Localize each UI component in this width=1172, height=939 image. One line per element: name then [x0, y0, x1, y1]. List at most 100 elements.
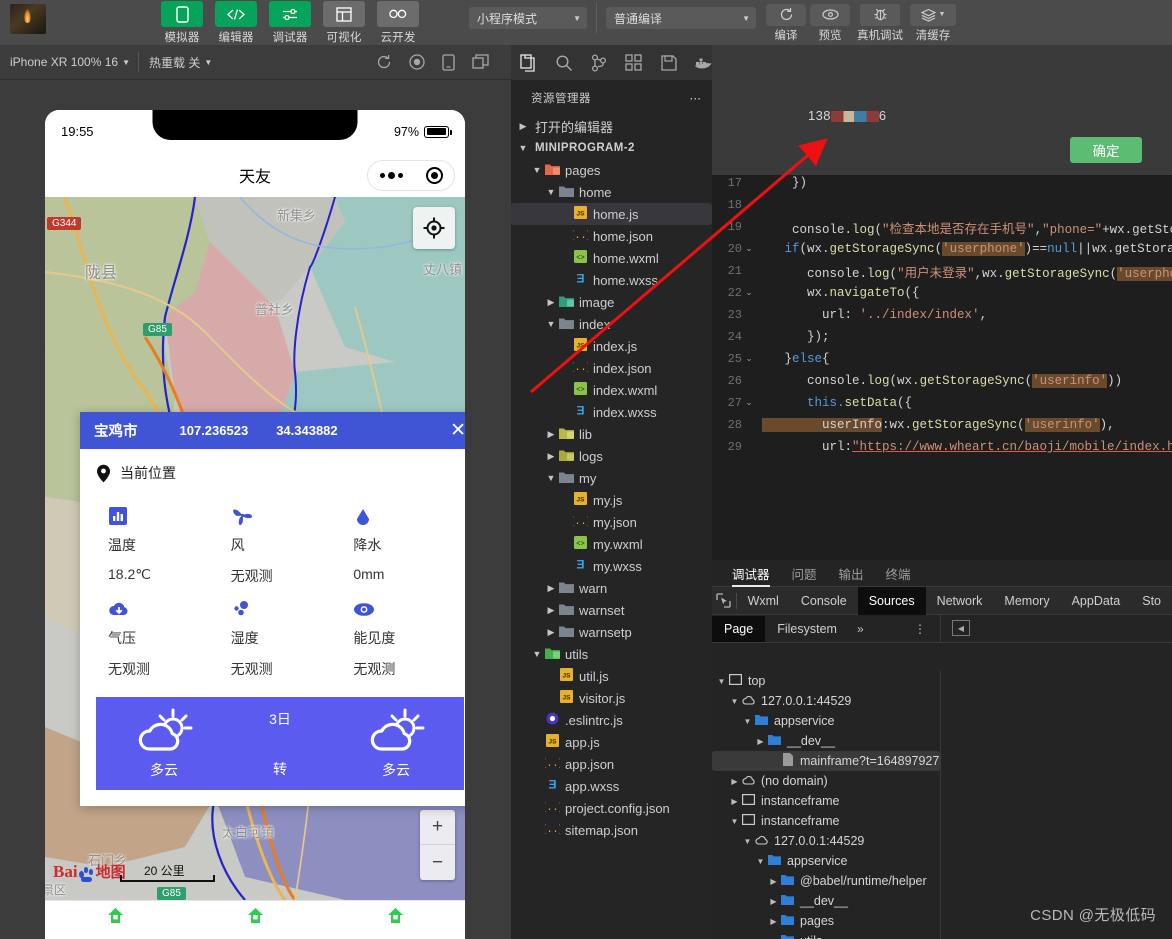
- code-line[interactable]: 28 userInfo:wx.getStorageSync('userinfo'…: [712, 414, 1172, 436]
- debugger-panel-tab[interactable]: 调试器: [732, 560, 770, 587]
- file-tree-item[interactable]: JShome.js: [511, 203, 712, 225]
- code-line[interactable]: 19 console.log("检查本地是否存在手机号","phone="+wx…: [712, 216, 1172, 238]
- file-tree-item[interactable]: ▶logs: [511, 445, 712, 467]
- device-icon[interactable]: [442, 54, 455, 71]
- map-view[interactable]: 新集乡 陇县 普社乡 丈八镇 太白河镇 石门乡 景区 G344 G85 G85 …: [45, 197, 465, 900]
- preview-button[interactable]: 预览: [809, 3, 851, 43]
- project-root-row[interactable]: ▼ MINIPROGRAM-2: [511, 137, 712, 159]
- file-tree-item[interactable]: .eslintrc.js: [511, 709, 712, 731]
- tabbar-item[interactable]: [325, 901, 465, 939]
- file-tree-item[interactable]: JSapp.js: [511, 731, 712, 753]
- sources-tree-item[interactable]: ▶@babel/runtime/helper: [712, 871, 940, 891]
- tool-simulator[interactable]: 模拟器: [156, 0, 208, 45]
- code-line[interactable]: 17 }): [712, 172, 1172, 194]
- file-tree-item[interactable]: {..}home.json: [511, 225, 712, 247]
- file-tree-item[interactable]: Ǝhome.wxss: [511, 269, 712, 291]
- code-line[interactable]: 25⌄ }else{: [712, 348, 1172, 370]
- sources-tree[interactable]: ▼top▼127.0.0.1:44529▼appservice▶__dev__m…: [712, 671, 940, 939]
- code-line[interactable]: 27⌄ this.setData({: [712, 392, 1172, 414]
- sources-tree-item[interactable]: ▶__dev__: [712, 731, 940, 751]
- sources-tree-item[interactable]: ▶__dev__: [712, 891, 940, 911]
- sources-tree-item[interactable]: ▼appservice: [712, 851, 940, 871]
- save-icon[interactable]: [651, 45, 686, 80]
- zoom-out-button[interactable]: −: [420, 845, 455, 880]
- fold-chevron-icon[interactable]: ⌄: [742, 244, 756, 254]
- close-icon[interactable]: ✕: [450, 421, 465, 440]
- windows-icon[interactable]: [472, 54, 489, 71]
- tool-cloud[interactable]: 云开发: [372, 0, 424, 45]
- file-tree-item[interactable]: <>my.wxml: [511, 533, 712, 555]
- more-dots-icon[interactable]: [380, 172, 403, 179]
- compile-select[interactable]: 普通编译 ▼: [606, 7, 756, 29]
- file-tree-item[interactable]: {..}my.json: [511, 511, 712, 533]
- fold-chevron-icon[interactable]: ⌄: [742, 354, 756, 364]
- debugger-panel-tab[interactable]: 输出: [839, 560, 864, 587]
- debugger-panel-tab[interactable]: 终端: [886, 560, 911, 587]
- compile-button[interactable]: 编译: [765, 3, 807, 43]
- inspect-element-icon[interactable]: [712, 593, 736, 608]
- refresh-icon[interactable]: [376, 54, 392, 71]
- user-avatar[interactable]: [10, 4, 46, 34]
- file-tree-item[interactable]: {..}index.json: [511, 357, 712, 379]
- sources-tree-item[interactable]: ▼top: [712, 671, 940, 691]
- sources-tree-item[interactable]: ▶(no domain): [712, 771, 940, 791]
- file-tree-item[interactable]: ▶warnset: [511, 599, 712, 621]
- file-tree-item[interactable]: ▶image: [511, 291, 712, 313]
- hotreload-select[interactable]: 热重载 关 ▼: [139, 45, 220, 79]
- open-editors-row[interactable]: ▶ 打开的编辑器: [511, 115, 712, 137]
- devtools-tab[interactable]: Network: [926, 587, 994, 615]
- files-icon[interactable]: [511, 45, 546, 80]
- file-tree-item[interactable]: ▶warn: [511, 577, 712, 599]
- code-line[interactable]: 21 console.log("用户未登录",wx.getStorageSync…: [712, 260, 1172, 282]
- code-line[interactable]: 26 console.log(wx.getStorageSync('userin…: [712, 370, 1172, 392]
- sources-tree-item[interactable]: ▶pages: [712, 911, 940, 931]
- tool-editor[interactable]: 编辑器: [210, 0, 262, 45]
- more-tabs-icon[interactable]: »: [849, 622, 872, 636]
- remote-debug-button[interactable]: 真机调试: [853, 3, 907, 43]
- close-circle-icon[interactable]: [426, 167, 443, 184]
- file-tree-item[interactable]: ▼index: [511, 313, 712, 335]
- devtools-tab[interactable]: Sto: [1131, 587, 1172, 615]
- sources-tree-item[interactable]: ▼127.0.0.1:44529: [712, 691, 940, 711]
- zoom-in-button[interactable]: +: [420, 810, 455, 845]
- source-control-icon[interactable]: [581, 45, 616, 80]
- devtools-tab[interactable]: Sources: [858, 587, 926, 615]
- code-line[interactable]: 23 url: '../index/index',: [712, 304, 1172, 326]
- file-tree-item[interactable]: {..}sitemap.json: [511, 819, 712, 841]
- fold-chevron-icon[interactable]: ⌄: [742, 288, 756, 298]
- sources-tree-item[interactable]: ▼instanceframe: [712, 811, 940, 831]
- sources-tree-item[interactable]: mainframe?t=1648979273: [712, 751, 940, 771]
- confirm-button[interactable]: 确定: [1070, 137, 1142, 163]
- file-tree-item[interactable]: ▶lib: [511, 423, 712, 445]
- clear-cache-button[interactable]: ▼ 清缓存: [909, 3, 957, 43]
- file-tree-item[interactable]: Ǝmy.wxss: [511, 555, 712, 577]
- sources-tree-item[interactable]: ▼127.0.0.1:44529: [712, 831, 940, 851]
- file-tree-item[interactable]: ▼utils: [511, 643, 712, 665]
- code-line[interactable]: 29 url:"https://www.wheart.cn/baoji/mobi…: [712, 436, 1172, 458]
- collapse-sidebar-icon[interactable]: ◀: [952, 620, 970, 636]
- file-tree-item[interactable]: Ǝindex.wxss: [511, 401, 712, 423]
- file-tree-item[interactable]: JSvisitor.js: [511, 687, 712, 709]
- sources-sub-tab[interactable]: Page: [712, 616, 765, 642]
- tool-visualization[interactable]: 可视化: [318, 0, 370, 45]
- sources-tree-item[interactable]: ▼appservice: [712, 711, 940, 731]
- tabbar-item[interactable]: [45, 901, 185, 939]
- file-tree-item[interactable]: JSmy.js: [511, 489, 712, 511]
- devtools-tab[interactable]: Memory: [993, 587, 1060, 615]
- code-line[interactable]: 18: [712, 194, 1172, 216]
- tool-debugger[interactable]: 调试器: [264, 0, 316, 45]
- file-tree-item[interactable]: ▼home: [511, 181, 712, 203]
- file-tree-item[interactable]: ▼pages: [511, 159, 712, 181]
- debugger-panel-tab[interactable]: 问题: [792, 560, 817, 587]
- file-tree-item[interactable]: Ǝapp.wxss: [511, 775, 712, 797]
- file-tree-item[interactable]: {..}project.config.json: [511, 797, 712, 819]
- file-tree-item[interactable]: <>index.wxml: [511, 379, 712, 401]
- sources-sub-tab[interactable]: Filesystem: [765, 616, 849, 642]
- file-tree-item[interactable]: JSindex.js: [511, 335, 712, 357]
- code-line[interactable]: 22⌄ wx.navigateTo({: [712, 282, 1172, 304]
- wechat-capsule[interactable]: [367, 160, 455, 191]
- locate-me-button[interactable]: [413, 207, 455, 249]
- device-select[interactable]: iPhone XR 100% 16 ▼: [0, 45, 138, 79]
- mode-select[interactable]: 小程序模式 ▼: [469, 7, 587, 29]
- search-icon[interactable]: [546, 45, 581, 80]
